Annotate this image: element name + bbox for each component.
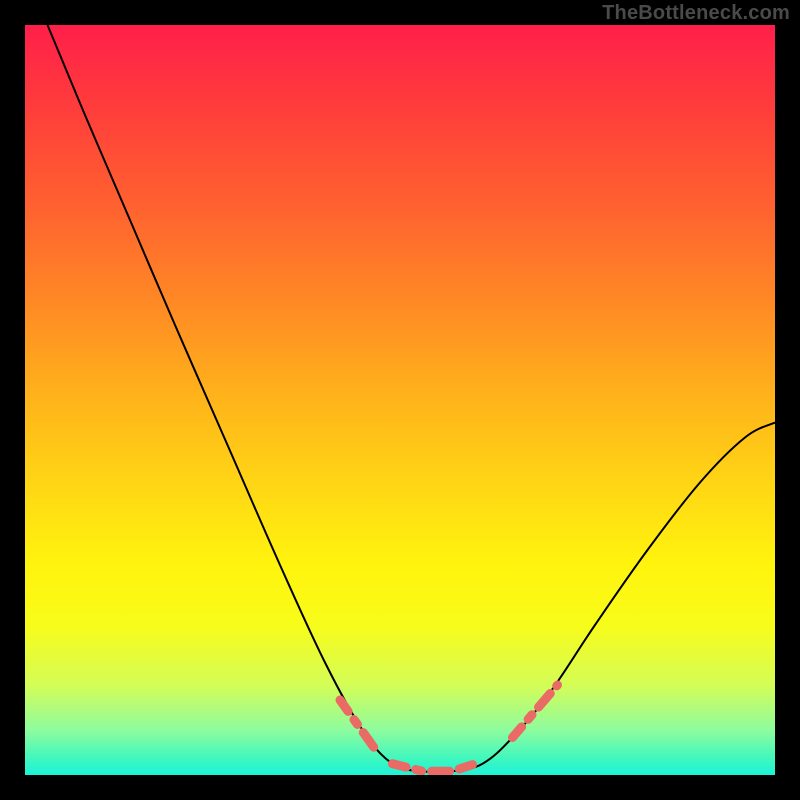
curve-svg [25, 25, 775, 775]
attribution-label: TheBottleneck.com [602, 2, 790, 25]
bottleneck-curve [48, 25, 776, 772]
highlight-valley [393, 764, 476, 772]
plot-area [25, 25, 775, 775]
highlight-segments [340, 685, 558, 771]
highlight-left-slope [340, 700, 378, 753]
chart-frame: TheBottleneck.com [0, 0, 800, 800]
